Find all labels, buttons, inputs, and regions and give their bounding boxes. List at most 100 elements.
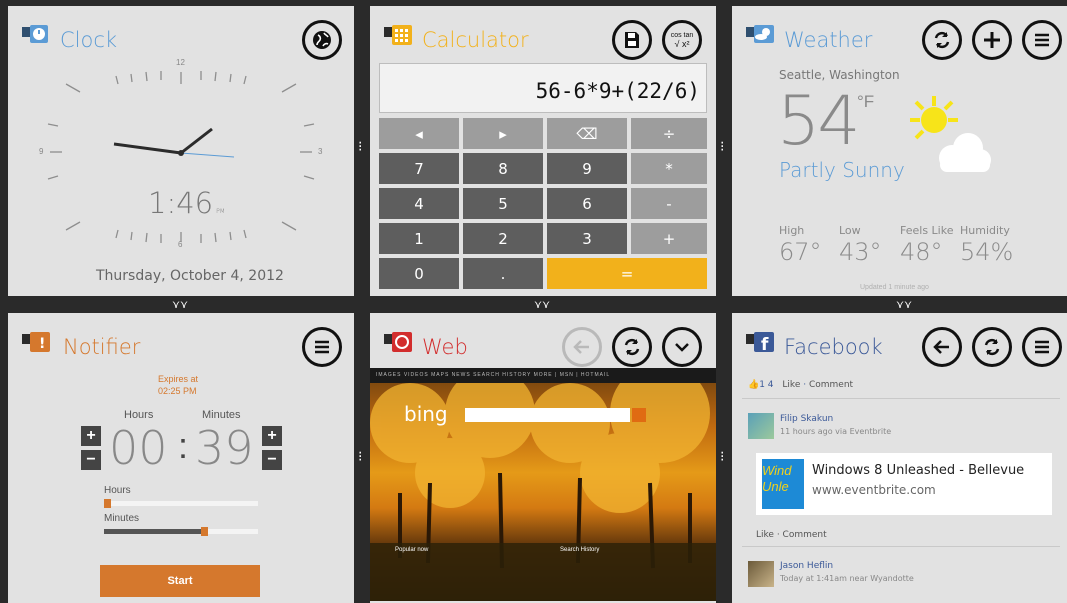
humidity-label: Humidity	[960, 224, 1010, 237]
hours-column-label: Hours	[124, 409, 154, 421]
key-3[interactable]: 3	[547, 223, 627, 254]
hours-decrement-button[interactable]: −	[81, 450, 101, 470]
key-2[interactable]: 2	[463, 223, 543, 254]
weather-panel: Weather Seattle, Washington 54 °F Partly…	[732, 6, 1067, 296]
clock-face	[47, 71, 315, 243]
post2-meta: Today at 1:41am near Wyandotte	[780, 574, 914, 583]
web-refresh-button[interactable]	[612, 327, 652, 367]
post2-author[interactable]: Jason Heflin	[780, 561, 833, 571]
weather-condition: Partly Sunny	[779, 158, 905, 182]
calculator-app-icon	[384, 25, 412, 45]
save-button[interactable]	[612, 20, 652, 60]
key-add[interactable]: +	[631, 223, 707, 254]
key-left[interactable]: ◂	[379, 118, 459, 149]
key-backspace[interactable]: ⌫	[547, 118, 627, 149]
web-panel: Web IMAGES VIDEOS MAPS NEWS SEARCH HISTO…	[370, 313, 716, 603]
fb-menu-button[interactable]	[1022, 327, 1062, 367]
chevron-down-icon	[675, 343, 689, 352]
key-multiply[interactable]: *	[631, 153, 707, 184]
web-app-icon	[384, 332, 412, 352]
key-5[interactable]: 5	[463, 188, 543, 219]
post1-author[interactable]: Filip Skakun	[780, 414, 833, 424]
key-subtract[interactable]: -	[631, 188, 707, 219]
key-decimal[interactable]: .	[463, 258, 543, 289]
web-title: Web	[422, 335, 468, 359]
counts-value: 1 4	[759, 380, 774, 390]
post1-comment-link[interactable]: Comment	[783, 530, 827, 540]
facebook-title: Facebook	[784, 335, 883, 359]
key-4[interactable]: 4	[379, 188, 459, 219]
menu-icon	[1035, 340, 1049, 354]
humidity-value: 54%	[960, 238, 1014, 266]
resize-grip-v3[interactable]: ⁝	[358, 450, 362, 464]
resize-grip-v2[interactable]: ⁝	[720, 140, 724, 154]
resize-grip-h3[interactable]: ⋎⋎	[896, 299, 912, 310]
key-divide[interactable]: ÷	[631, 118, 707, 149]
hours-increment-button[interactable]: +	[81, 426, 101, 446]
bing-logo: bing	[404, 402, 448, 426]
refresh-icon	[934, 31, 950, 49]
scientific-label-bottom: √ x²	[674, 39, 690, 49]
web-page-view[interactable]: IMAGES VIDEOS MAPS NEWS SEARCH HISTORY M…	[370, 368, 716, 601]
partly-sunny-icon	[910, 96, 991, 172]
facebook-panel: f Facebook 👍1 4 Like · Comment Filip Ska…	[732, 313, 1067, 603]
add-location-button[interactable]	[972, 20, 1012, 60]
expires-line1: Expires at	[158, 374, 199, 384]
minutes-slider-label: Minutes	[104, 513, 140, 524]
menu-icon	[1035, 33, 1049, 47]
updated-text: Updated 1 minute ago	[860, 284, 929, 291]
clock-app-icon	[22, 25, 48, 43]
minutes-slider-thumb[interactable]	[201, 527, 209, 536]
expand-button[interactable]	[662, 327, 702, 367]
key-8[interactable]: 8	[463, 153, 543, 184]
key-right[interactable]: ▸	[463, 118, 543, 149]
post1-avatar	[748, 413, 774, 439]
menu-button[interactable]	[1022, 20, 1062, 60]
resize-grip-v1[interactable]: ⁝	[358, 140, 362, 154]
back-arrow-icon	[933, 340, 949, 354]
hours-slider[interactable]	[104, 499, 258, 508]
dial-12: 12	[176, 58, 185, 67]
key-equals[interactable]: =	[547, 258, 707, 289]
save-icon	[625, 32, 639, 48]
back-button[interactable]	[562, 327, 602, 367]
minutes-increment-button[interactable]: +	[262, 426, 282, 446]
search-history[interactable]: Search History	[560, 547, 599, 553]
key-9[interactable]: 9	[547, 153, 627, 184]
bing-nav[interactable]: IMAGES VIDEOS MAPS NEWS SEARCH HISTORY M…	[370, 368, 716, 383]
hours-slider-thumb[interactable]	[104, 499, 111, 508]
refresh-icon	[624, 338, 640, 356]
notifier-title: Notifier	[63, 335, 141, 359]
post1-meta: 11 hours ago via Eventbrite	[780, 427, 892, 436]
svg-text:f: f	[761, 335, 769, 355]
time-separator: :	[178, 425, 189, 466]
key-0[interactable]: 0	[379, 258, 459, 289]
like-link[interactable]: Like	[782, 380, 800, 390]
clock-title: Clock	[60, 28, 118, 52]
bing-search-input[interactable]	[465, 408, 630, 422]
hours-slider-label: Hours	[104, 485, 131, 496]
notifier-menu-button[interactable]	[302, 327, 342, 367]
comment-link[interactable]: Comment	[809, 380, 853, 390]
start-button[interactable]: Start	[100, 565, 260, 597]
key-7[interactable]: 7	[379, 153, 459, 184]
key-6[interactable]: 6	[547, 188, 627, 219]
calc-display[interactable]: 56-6*9+(22/6)	[379, 63, 707, 113]
minutes-decrement-button[interactable]: −	[262, 450, 282, 470]
scientific-button[interactable]: cos tan √ x²	[662, 20, 702, 60]
fb-back-button[interactable]	[922, 327, 962, 367]
low-label: Low	[839, 224, 861, 237]
resize-grip-v4[interactable]: ⁝	[720, 450, 724, 464]
link-card[interactable]: Wind Unle Windows 8 Unleashed - Bellevue…	[756, 453, 1052, 515]
minutes-slider[interactable]	[104, 527, 258, 536]
popular-now[interactable]: Popular now	[395, 547, 428, 553]
resize-grip-h2[interactable]: ⋎⋎	[534, 299, 550, 310]
refresh-button[interactable]	[922, 20, 962, 60]
back-arrow-icon	[573, 340, 589, 354]
bing-search-icon[interactable]	[632, 408, 646, 422]
key-1[interactable]: 1	[379, 223, 459, 254]
resize-grip-h1[interactable]: ⋎⋎	[172, 299, 188, 310]
post1-like-link[interactable]: Like	[756, 530, 774, 540]
notifier-panel: ! Notifier Expires at 02:25 PM Hours Min…	[8, 313, 354, 603]
fb-refresh-button[interactable]	[972, 327, 1012, 367]
